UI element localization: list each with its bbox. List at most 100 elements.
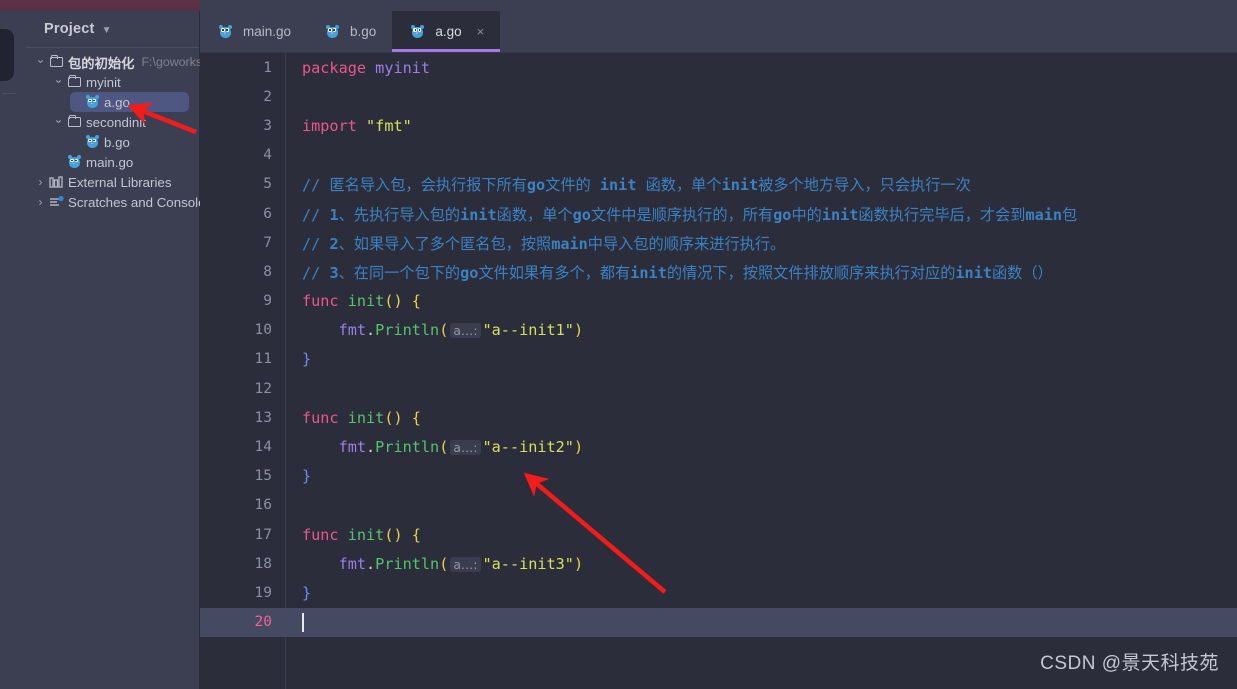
tree-item-b-go[interactable]: b.go [70,132,199,152]
project-sidebar: Project ▼ 包的初始化 F:\goworks\ myinit a.go seco… [26,11,212,689]
code-line-content [285,612,304,632]
code-line[interactable]: 2 [200,82,1237,111]
code-token: fmt [338,554,367,573]
go-file-icon [83,95,101,109]
code-line[interactable]: 5// 匿名导入包，会执行报下所有go文件的 init 函数，单个init被多个… [200,170,1237,199]
inlay-hint: a…: [450,440,481,456]
code-line[interactable]: 17 func init() { [200,520,1237,549]
code-line-content: } [285,467,311,485]
code-line[interactable]: 10 fmt.Println(a…: "a--init1") [200,316,1237,345]
code-token: { [411,292,421,311]
chevron-right-icon[interactable] [34,196,47,208]
code-line-content: package myinit [285,59,430,77]
code-token: 匿名导入包，会执行报下所有 [329,176,527,195]
code-line[interactable]: 11} [200,345,1237,374]
code-token: "fmt" [366,116,412,135]
chevron-down-icon[interactable] [52,116,65,128]
tree-item-a-go[interactable]: a.go [70,92,189,112]
code-line[interactable]: 8// 3、在同一个包下的go文件如果有多个，都有init的情况下，按照文件排放… [200,257,1237,286]
tree-item-external-libraries[interactable]: External Libraries [34,172,199,192]
tab-a-go[interactable]: a.go × [392,11,501,52]
code-line-content: // 2、如果导入了多个匿名包，按照main中导入包的顺序来进行执行。 [285,232,785,254]
line-number: 15 [254,468,272,485]
code-token: Println [375,554,440,573]
folder-icon [65,74,83,87]
code-line-content: // 1、先执行导入包的init函数，单个go文件中是顺序执行的，所有go中的i… [285,203,1077,225]
code-token: 函数，单个 [636,176,722,195]
code-line[interactable]: 19} [200,578,1237,607]
code-line[interactable]: 18 fmt.Println(a…: "a--init3") [200,549,1237,578]
line-number: 7 [263,234,272,251]
code-line[interactable]: 6 // 1、先执行导入包的init函数，单个go文件中是顺序执行的，所有go中的… [200,199,1237,228]
code-line[interactable]: 1 package myinit [200,53,1237,82]
line-number: 20 [254,614,272,631]
code-editor[interactable]: 1 package myinit 2 3 import "fmt" 4 5 // 匿名导入包，… [200,53,1237,689]
go-file-icon [83,135,101,149]
line-number: 1 [263,59,272,76]
tab-b-go[interactable]: b.go [307,11,392,52]
code-token: init [347,408,385,427]
editor-tab-bar: main.go b.go a.go × [200,11,1237,52]
tree-item-scratches-and-consoles[interactable]: Scratches and Consoles [34,192,212,212]
code-line[interactable]: 7 // 2、如果导入了多个匿名包，按照main中导入包的顺序来进行执行。 [200,228,1237,257]
code-token: package [302,58,367,77]
tree-item-main-go[interactable]: main.go [52,152,199,172]
code-line[interactable]: 16 [200,491,1237,520]
code-line[interactable]: 3 import "fmt" [200,111,1237,140]
tree-item-label: a.go [104,94,130,110]
code-token: 文件的 [545,176,600,195]
code-token: 3 [329,263,339,282]
code-token: 包 [1062,205,1078,224]
code-line[interactable]: 4 [200,141,1237,170]
code-token: 被多个地方导入，只会执行一次 [758,176,971,195]
tree-item-label: main.go [86,154,134,170]
code-token: // [302,234,330,253]
folder-icon [65,114,83,127]
tab-label: a.go [435,24,462,39]
code-token: init [347,292,385,311]
close-icon[interactable]: × [477,24,485,39]
chevron-down-icon[interactable] [34,56,47,68]
tab-main-go[interactable]: main.go [200,11,307,52]
code-token: init [630,263,667,282]
chevron-down-icon[interactable]: ▼ [102,25,112,36]
scratches-icon [47,196,65,208]
code-token: 、先执行导入包的 [338,205,461,224]
code-token: 、如果导入了多个匿名包，按照 [338,234,552,253]
code-token: 2 [329,234,339,253]
code-line[interactable]: 12 [200,374,1237,403]
code-line[interactable]: 15} [200,462,1237,491]
code-token: 函数执行完毕后，才会到 [858,205,1026,224]
code-token: ) [573,321,584,340]
chevron-down-icon[interactable] [52,76,65,88]
line-number: 10 [254,322,272,339]
chevron-right-icon[interactable] [34,176,47,188]
code-token: // [302,176,330,195]
code-token: () [384,292,403,311]
tree-item-secondinit[interactable]: secondinit [52,112,199,132]
code-token: } [302,350,312,369]
tree-item-label: 包的初始化 [68,55,135,71]
code-line[interactable]: 14 fmt.Println(a…: "a--init2") [200,432,1237,461]
line-number: 6 [263,205,272,222]
line-number: 19 [254,584,272,601]
code-token: fmt [338,438,367,457]
code-token: () [384,408,403,427]
go-file-icon [65,155,83,169]
code-line[interactable]: 9 func init() { [200,287,1237,316]
code-token: func [302,525,339,544]
project-sidebar-header[interactable]: Project ▼ [26,11,199,47]
code-line[interactable]: 20 [200,607,1237,637]
code-line[interactable]: 13 func init() { [200,403,1237,432]
tree-item-[interactable]: 包的初始化 F:\goworks\ [34,52,206,72]
code-token: 函数（） [991,263,1053,282]
tree-item-myinit[interactable]: myinit [52,72,199,92]
code-token: Println [375,438,440,457]
line-number: 16 [254,497,272,514]
tab-label: main.go [243,24,292,39]
project-tool-window-button[interactable] [0,29,14,81]
